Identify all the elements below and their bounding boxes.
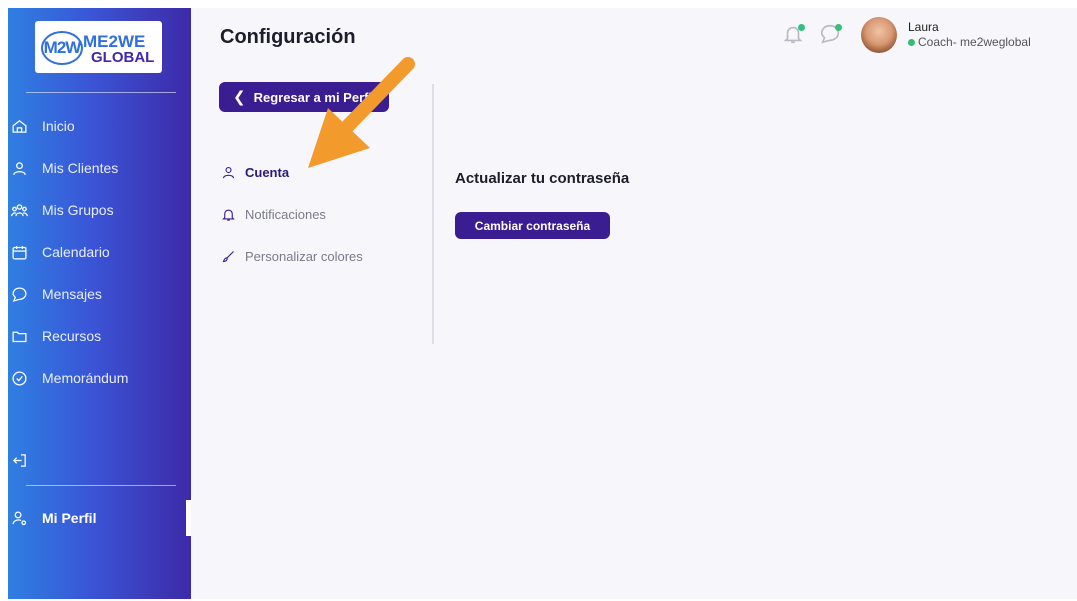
sidebar-divider: [26, 485, 176, 486]
chat-bubble-icon: [10, 285, 28, 303]
sidebar-item-mensajes[interactable]: Mensajes: [8, 279, 191, 309]
sidebar-item-mi-perfil[interactable]: Mi Perfil: [8, 503, 191, 533]
group-icon: [10, 201, 28, 219]
settings-item-personalizar-colores[interactable]: Personalizar colores: [219, 244, 363, 268]
sidebar-item-label: Recursos: [42, 328, 102, 344]
user-role: Coach- me2weglobal: [908, 35, 1031, 49]
app-window: M2W ME2WE GLOBAL Inicio Mis Clientes Mis…: [8, 8, 1077, 599]
home-icon: [10, 117, 28, 135]
sidebar-item-label: Inicio: [42, 118, 75, 134]
sidebar-item-mis-grupos[interactable]: Mis Grupos: [8, 195, 191, 225]
calendar-icon: [10, 243, 28, 261]
sidebar-item-inicio[interactable]: Inicio: [8, 111, 191, 141]
sidebar-divider: [26, 92, 176, 93]
chat-bubble-icon: [819, 24, 841, 49]
page-title: Configuración: [220, 26, 356, 48]
brush-icon: [219, 247, 237, 265]
sidebar-item-label: Mis Clientes: [42, 160, 119, 176]
annotation-arrow: [308, 57, 415, 168]
settings-item-notificaciones[interactable]: Notificaciones: [219, 202, 326, 226]
settings-item-label: Personalizar colores: [245, 248, 363, 264]
sidebar-item-label: Mi Perfil: [42, 510, 97, 526]
logout-icon: [10, 451, 28, 469]
sidebar-item-label: Memorándum: [42, 370, 129, 386]
sidebar-item-recursos[interactable]: Recursos: [8, 321, 191, 351]
column-divider: [432, 84, 434, 344]
sidebar-item-label: Calendario: [42, 244, 110, 260]
logo[interactable]: M2W ME2WE GLOBAL: [35, 21, 162, 73]
check-circle-icon: [10, 369, 28, 387]
sidebar-item-label: Mis Grupos: [42, 202, 114, 218]
online-status-dot: [908, 38, 915, 46]
sidebar-item-memorandum[interactable]: Memorándum: [8, 363, 191, 393]
user-settings-icon: [10, 509, 28, 527]
user-name: Laura: [908, 20, 939, 34]
settings-item-label: Notificaciones: [245, 206, 326, 222]
message-dot: [835, 24, 842, 31]
logo-mark: M2W: [41, 31, 83, 65]
change-password-button[interactable]: Cambiar contraseña: [455, 212, 610, 239]
notification-dot: [798, 24, 805, 31]
settings-item-cuenta[interactable]: Cuenta: [219, 160, 289, 184]
folder-icon: [10, 327, 28, 345]
notifications-button[interactable]: [782, 23, 806, 47]
user-icon: [219, 163, 237, 181]
logout-button[interactable]: [8, 445, 191, 475]
active-indicator: [186, 500, 191, 536]
logo-word-2: GLOBAL: [91, 49, 155, 66]
chevron-left-icon: ❮: [233, 89, 246, 106]
bell-icon: [219, 205, 237, 223]
sidebar-item-mis-clientes[interactable]: Mis Clientes: [8, 153, 191, 183]
avatar[interactable]: [861, 17, 897, 53]
settings-item-label: Cuenta: [245, 164, 290, 180]
section-title: Actualizar tu contraseña: [455, 170, 630, 187]
sidebar-item-label: Mensajes: [42, 286, 102, 302]
bell-icon: [782, 26, 804, 49]
messages-button[interactable]: [819, 23, 843, 47]
sidebar-item-calendario[interactable]: Calendario: [8, 237, 191, 267]
user-icon: [10, 159, 28, 177]
user-role-label: Coach- me2weglobal: [918, 35, 1031, 49]
sidebar: M2W ME2WE GLOBAL Inicio Mis Clientes Mis…: [8, 8, 191, 599]
